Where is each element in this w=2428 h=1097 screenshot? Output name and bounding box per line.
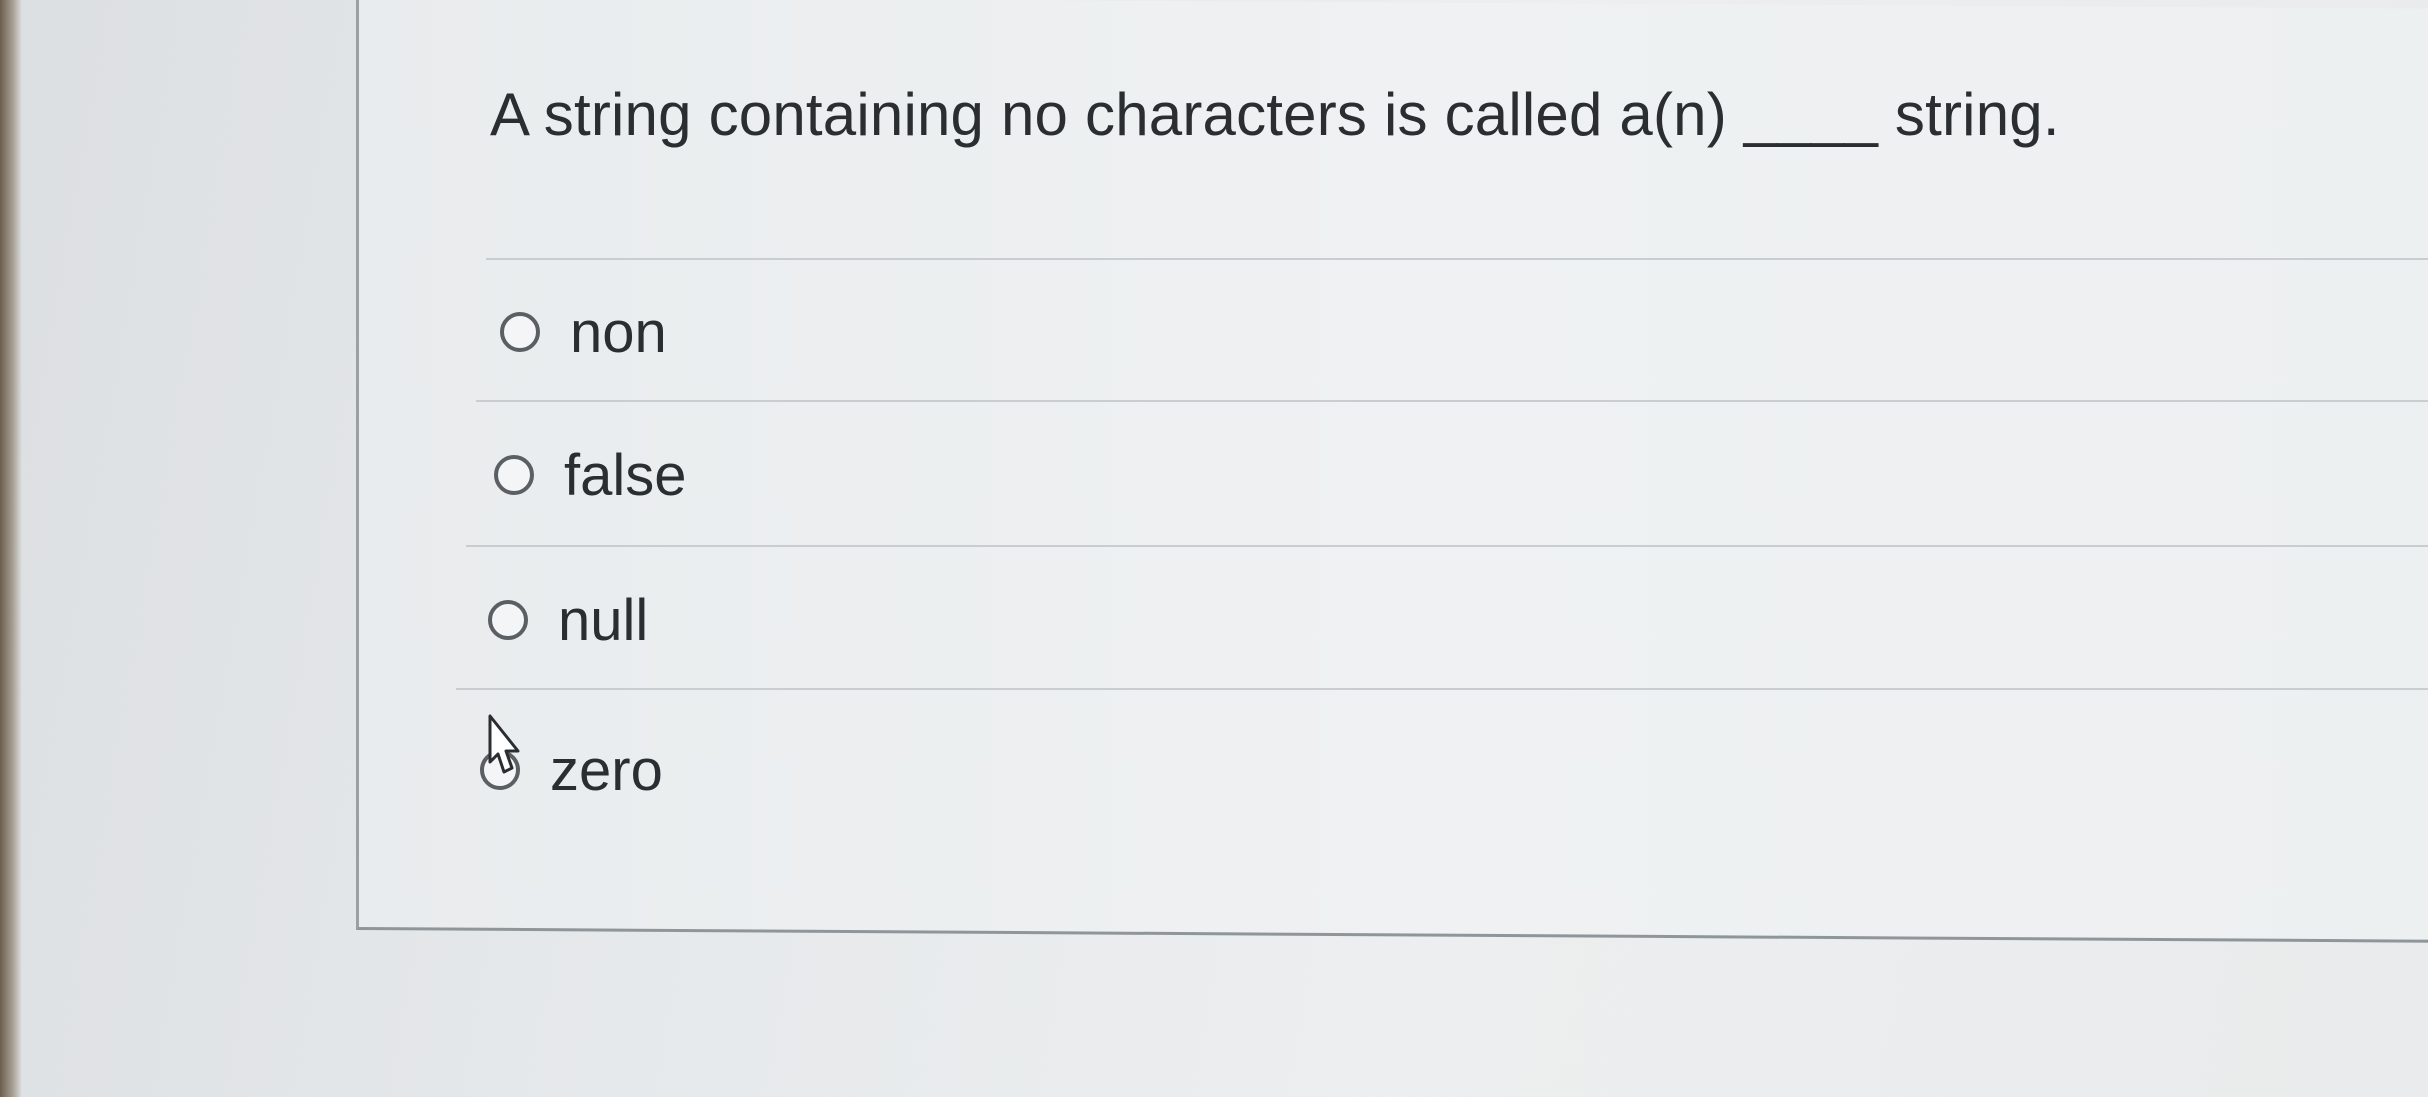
answer-option-null[interactable]: null [488,580,648,660]
divider [486,258,2428,260]
answer-label: zero [550,737,663,803]
screen-bezel [0,0,22,1097]
divider [456,688,2428,690]
answer-label: non [570,299,667,365]
divider [466,545,2428,547]
radio-button[interactable] [494,455,534,495]
question-text: A string containing no characters is cal… [490,81,2060,148]
answer-option-false[interactable]: false [494,435,687,515]
answer-label: false [564,442,687,508]
radio-button[interactable] [488,600,528,640]
answer-label: null [558,587,649,653]
radio-button[interactable] [500,312,540,352]
divider [476,400,2428,402]
answer-option-non[interactable]: non [500,292,667,372]
hand-pointer-cursor-icon [488,714,520,774]
